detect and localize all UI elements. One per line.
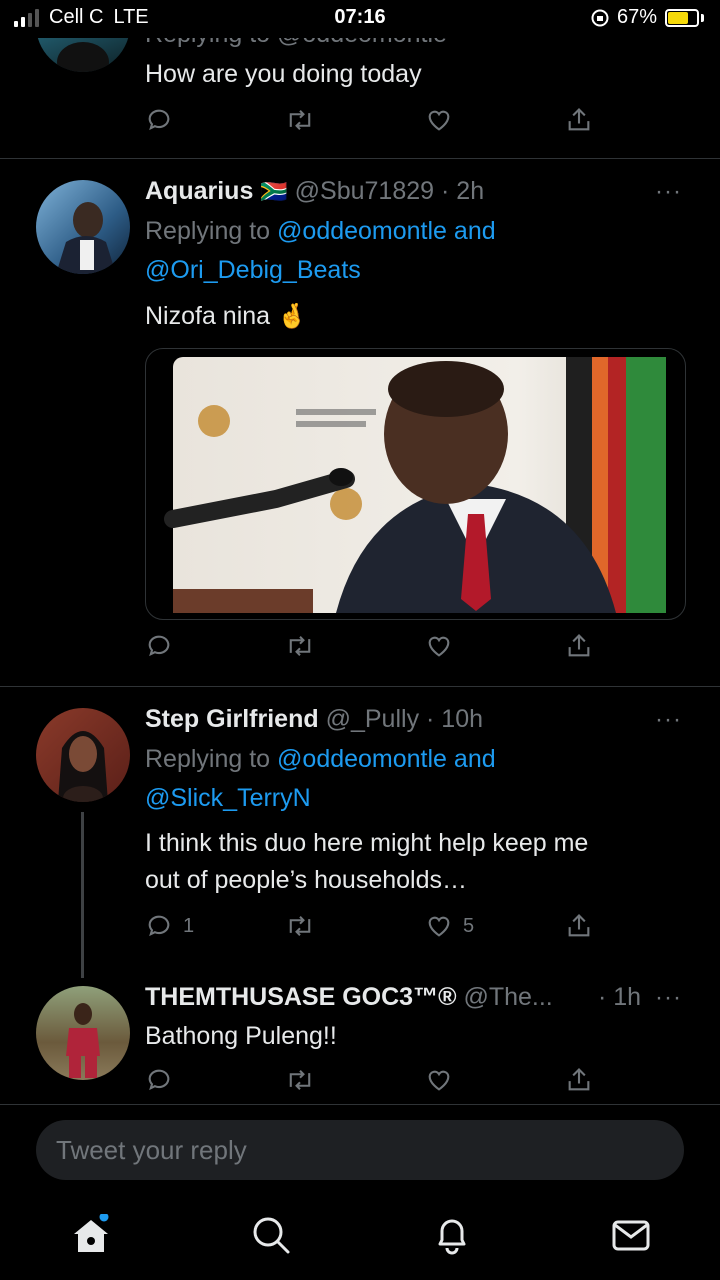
more-options-icon[interactable]: ···	[655, 178, 682, 206]
share-icon	[568, 1068, 590, 1091]
mention-link[interactable]: @Ori_Debig_Beats	[145, 256, 361, 285]
tweet-actions	[145, 632, 595, 666]
messages-icon	[612, 1220, 650, 1251]
retweet-icon	[289, 916, 311, 936]
display-name[interactable]: Aquarius	[145, 177, 253, 205]
tab-messages[interactable]	[610, 1214, 652, 1261]
tweet-header: THEMTHUSASE GOC3™® @The...	[145, 983, 553, 1012]
heart-icon	[428, 1070, 450, 1091]
tab-search[interactable]	[250, 1214, 292, 1261]
tab-notifications[interactable]	[431, 1214, 473, 1261]
share-icon	[568, 108, 590, 131]
crossed-fingers-emoji: 🤞	[277, 303, 307, 330]
reply-placeholder: Tweet your reply	[56, 1135, 247, 1165]
share-button[interactable]	[565, 106, 593, 134]
tab-home[interactable]	[70, 1212, 112, 1261]
reply-button[interactable]	[145, 106, 173, 134]
retweet-icon	[289, 636, 311, 656]
share-icon	[568, 634, 590, 657]
reply-button[interactable]	[145, 632, 173, 660]
mention-link[interactable]: @oddeomontle	[277, 217, 447, 245]
tweet-text: Nizofa nina 🤞	[145, 302, 307, 330]
tweet-text-line: out of people’s households…	[145, 866, 467, 894]
search-icon	[253, 1217, 290, 1254]
reply-button[interactable]: 1	[145, 912, 194, 940]
share-button[interactable]	[565, 1066, 593, 1094]
avatar[interactable]	[36, 708, 130, 802]
retweet-button[interactable]	[285, 1066, 315, 1094]
orientation-lock-icon	[591, 9, 609, 26]
tweet-media-image[interactable]	[145, 348, 686, 620]
tweet-header: Aquarius 🇿🇦 @Sbu71829 · 2h	[145, 177, 484, 206]
like-button[interactable]	[425, 632, 453, 660]
like-button[interactable]: 5	[425, 912, 474, 940]
reply-count: 1	[183, 914, 195, 937]
retweet-button[interactable]	[285, 632, 315, 660]
divider	[0, 1104, 720, 1105]
more-options-icon[interactable]: ···	[655, 984, 682, 1012]
reply-context: Replying to @oddeomontle and	[145, 217, 496, 245]
reply-icon	[148, 635, 170, 657]
heart-icon	[428, 110, 450, 131]
like-button[interactable]	[425, 1066, 453, 1094]
tweet-header: Step Girlfriend @_Pully · 10h	[145, 705, 483, 734]
reply-button[interactable]	[145, 1066, 173, 1094]
tweet-actions: 1 5	[145, 912, 595, 946]
display-name[interactable]: Step Girlfriend	[145, 705, 319, 733]
share-button[interactable]	[565, 632, 593, 660]
tweet-text: Bathong Puleng!!	[145, 1022, 337, 1050]
timestamp: · 10h	[426, 705, 484, 733]
share-button[interactable]	[565, 912, 593, 940]
reply-icon	[148, 109, 170, 131]
home-icon	[74, 1212, 109, 1252]
timestamp: · 2h	[441, 177, 485, 205]
tweet-text-line: I think this duo here might help keep me	[145, 829, 589, 857]
like-button[interactable]	[425, 106, 453, 134]
avatar[interactable]	[36, 180, 130, 274]
avatar[interactable]	[36, 986, 130, 1080]
reply-icon	[148, 1069, 170, 1091]
battery-icon	[665, 8, 699, 27]
thread-connector	[81, 812, 84, 978]
mention-link[interactable]: @Slick_TerryN	[145, 784, 311, 813]
handle[interactable]: @_Pully	[326, 705, 419, 733]
divider	[0, 158, 720, 159]
retweet-button[interactable]	[285, 912, 315, 940]
retweet-icon	[289, 110, 311, 130]
mention-link[interactable]: @oddeomontle	[277, 745, 447, 773]
handle[interactable]: @Sbu71829	[295, 177, 434, 205]
tweet-actions	[145, 1066, 595, 1100]
heart-icon	[428, 916, 450, 937]
tweet-text: How are you doing today	[145, 60, 422, 88]
retweet-icon	[289, 1070, 311, 1090]
handle[interactable]: @The...	[463, 983, 552, 1011]
retweet-button[interactable]	[285, 106, 315, 134]
display-name[interactable]: THEMTHUSASE GOC3™®	[145, 983, 457, 1011]
battery-percent: 67%	[616, 6, 657, 28]
more-options-icon[interactable]: ···	[655, 706, 682, 734]
status-bar: Cell C LTE 07:16 67%	[0, 0, 720, 38]
like-count: 5	[463, 914, 475, 937]
timestamp: · 1h	[598, 983, 642, 1011]
flag-emoji: 🇿🇦	[260, 179, 288, 204]
reply-context: Replying to @oddeomontle and	[145, 745, 496, 773]
heart-icon	[428, 636, 450, 657]
tweet-actions	[145, 106, 595, 140]
share-icon	[568, 914, 590, 937]
reply-input[interactable]: Tweet your reply	[36, 1120, 684, 1180]
notifications-icon	[438, 1219, 466, 1255]
divider	[0, 686, 720, 687]
bottom-tab-bar	[0, 1196, 720, 1280]
reply-icon	[148, 915, 170, 937]
